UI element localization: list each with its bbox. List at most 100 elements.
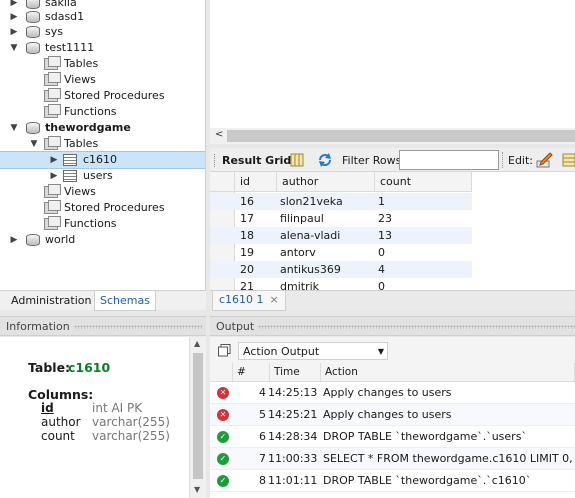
table-row[interactable]: 17 filinpaul 23	[210, 210, 472, 227]
cell-count[interactable]: 4	[373, 261, 385, 278]
cell-count[interactable]: 13	[373, 227, 392, 244]
cell-author[interactable]: antikus369	[275, 261, 341, 278]
log-row[interactable]: ✓ 8 11:01:11 DROP TABLE `thewordgame`.`c…	[210, 470, 575, 492]
tree-item-tables[interactable]: ▼ Tables	[0, 136, 205, 152]
cell-count[interactable]: 0	[373, 278, 385, 290]
tree-item-test1111[interactable]: ▼ test1111	[0, 40, 205, 56]
collapse-arrow-icon[interactable]: ▼	[9, 120, 19, 136]
tree-item-sdasd1[interactable]: ▶ sdasd1	[0, 9, 205, 25]
column-type: varchar(255)	[92, 415, 170, 429]
output-toolbar: Action Output ▼	[210, 337, 575, 363]
cell-id[interactable]: 21	[235, 278, 254, 290]
expand-arrow-icon[interactable]: ▶	[9, 232, 19, 248]
table-row[interactable]: 18 alena-vladi 13	[210, 227, 472, 244]
cell-author[interactable]: dmitrik	[275, 278, 319, 290]
scrollbar-thumb[interactable]	[227, 130, 575, 142]
scrollbar-thumb[interactable]	[193, 353, 203, 479]
tab-schemas[interactable]: Schemas	[94, 291, 156, 311]
filter-rows-input[interactable]	[399, 150, 499, 170]
tree-item-stored-procedures[interactable]: Stored Procedures	[0, 200, 205, 216]
table-row[interactable]: 20 antikus369 4	[210, 261, 472, 278]
close-icon[interactable]: ×	[270, 293, 279, 306]
tree-item-views[interactable]: Views	[0, 184, 205, 200]
cell-id[interactable]: 16	[235, 193, 254, 210]
cell-id[interactable]: 20	[235, 261, 254, 278]
cell-id[interactable]: 17	[235, 210, 254, 227]
cell-count[interactable]: 1	[373, 193, 385, 210]
cell-count[interactable]: 23	[373, 210, 392, 227]
expand-arrow-icon[interactable]: ▶	[9, 24, 19, 40]
cell-id[interactable]: 18	[235, 227, 254, 244]
table-label: Table:	[28, 360, 71, 375]
log-time: 14:28:34	[268, 430, 318, 443]
database-icon	[26, 122, 40, 134]
log-row[interactable]: ✕ 4 14:25:13 Apply changes to users	[210, 382, 575, 404]
error-icon: ✕	[217, 409, 229, 421]
schema-navigator: ▶ sakila ▶ sdasd1 ▶ sys ▼ test1111 Table…	[0, 0, 206, 290]
cell-author[interactable]: alena-vladi	[275, 227, 340, 244]
database-icon	[26, 42, 40, 54]
column-header-author[interactable]: author	[277, 172, 375, 192]
tree-item-functions[interactable]: Functions	[0, 216, 205, 232]
information-scrollbar[interactable]: ▲ ▼	[189, 337, 206, 498]
edit-pencil-icon[interactable]	[536, 152, 553, 168]
tab-administration[interactable]: Administration	[6, 291, 97, 311]
column-type: varchar(255)	[92, 429, 170, 443]
expand-arrow-icon[interactable]: ▶	[9, 9, 19, 25]
collapse-arrow-icon[interactable]: ▼	[9, 40, 19, 56]
table-row[interactable]: 16 slon21veka 1	[210, 193, 472, 210]
navigator-tabs: Administration Schemas	[0, 290, 206, 311]
column-header-action[interactable]: Action	[321, 363, 575, 382]
result-grid-button[interactable]: Result Grid	[222, 154, 291, 167]
log-row[interactable]: ✓ 6 14:28:34 DROP TABLE `thewordgame`.`u…	[210, 426, 575, 448]
column-header-time[interactable]: Time	[270, 363, 321, 382]
tree-item-views[interactable]: Views	[0, 72, 205, 88]
cell-author[interactable]: filinpaul	[275, 210, 324, 227]
folder-icon	[44, 104, 61, 118]
output-log: # Time Action ✕ 4 14:25:13 Apply changes…	[210, 363, 575, 498]
database-icon	[26, 11, 40, 23]
tree-item-tables[interactable]: Tables	[0, 56, 205, 72]
form-view-icon[interactable]	[290, 153, 304, 167]
add-row-icon[interactable]	[562, 153, 575, 167]
collapse-arrow-icon[interactable]: ▼	[29, 136, 39, 152]
column-header-count[interactable]: count	[375, 172, 472, 192]
tab-c1610-1[interactable]: c1610 1 ×	[212, 291, 286, 311]
tree-item-c1610[interactable]: ▶ c1610	[0, 151, 205, 169]
tree-item-users[interactable]: ▶ users	[0, 168, 205, 184]
error-icon: ✕	[217, 387, 229, 399]
cell-author[interactable]: slon21veka	[275, 193, 343, 210]
table-row[interactable]: 19 antorv 0	[210, 244, 472, 261]
result-tabs: c1610 1 ×	[210, 290, 575, 311]
tree-item-sys[interactable]: ▶ sys	[0, 24, 205, 40]
toolbar-grip	[214, 154, 216, 167]
tree-item-functions[interactable]: Functions	[0, 104, 205, 120]
scroll-down-icon[interactable]: ▼	[194, 485, 200, 494]
log-row[interactable]: ✕ 5 14:25:21 Apply changes to users	[210, 404, 575, 426]
cell-id[interactable]: 19	[235, 244, 254, 261]
log-row[interactable]: ✓ 7 11:00:33 SELECT * FROM thewordgame.c…	[210, 448, 575, 470]
cell-author[interactable]: antorv	[275, 244, 316, 261]
output-type-select[interactable]: Action Output ▼	[238, 342, 388, 360]
log-number: 8	[259, 474, 266, 487]
copy-icon[interactable]	[218, 344, 231, 357]
column-header-id[interactable]: id	[235, 172, 277, 192]
panel-grip[interactable]	[74, 325, 202, 329]
tree-item-stored-procedures[interactable]: Stored Procedures	[0, 88, 205, 104]
cell-count[interactable]: 0	[373, 244, 385, 261]
column-header-number[interactable]: #	[233, 363, 270, 382]
editor-horizontal-scrollbar[interactable]: <	[210, 128, 575, 144]
log-action: Apply changes to users	[323, 408, 452, 421]
scroll-up-icon[interactable]: ▲	[194, 339, 200, 348]
table-row[interactable]: 21 dmitrik 0	[210, 278, 472, 290]
result-grid: id author count 16 slon21veka 1 17 filin…	[210, 172, 575, 290]
scroll-left-icon[interactable]: <	[215, 129, 223, 140]
panel-grip[interactable]	[258, 325, 575, 329]
expand-arrow-icon[interactable]: ▶	[49, 168, 59, 184]
expand-arrow-icon[interactable]: ▶	[49, 152, 59, 168]
sql-editor[interactable]	[210, 0, 575, 128]
tree-item-world[interactable]: ▶ world	[0, 232, 205, 248]
log-number: 4	[259, 386, 266, 399]
refresh-icon[interactable]	[317, 152, 333, 168]
tree-item-thewordgame[interactable]: ▼ thewordgame	[0, 120, 205, 136]
